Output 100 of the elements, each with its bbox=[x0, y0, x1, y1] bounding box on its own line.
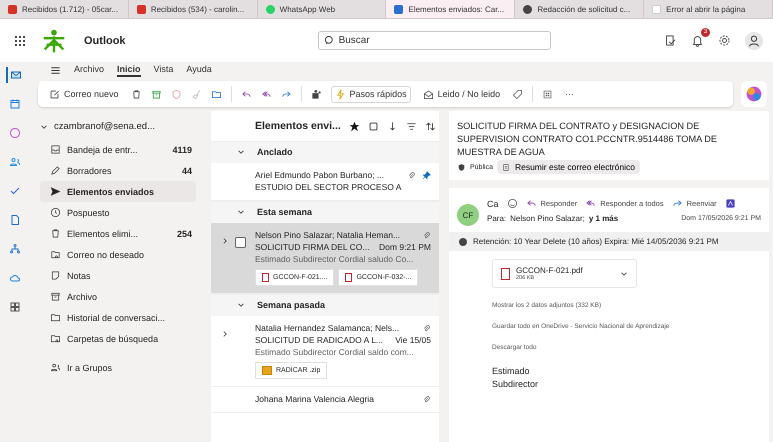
site-favicon-icon bbox=[523, 4, 532, 14]
more-recipients-link[interactable]: y 1 más bbox=[588, 214, 618, 223]
chevron-down-icon[interactable] bbox=[237, 148, 245, 156]
folder-item[interactable]: Elementos elimi... 254 bbox=[40, 223, 196, 244]
chevron-down-icon[interactable] bbox=[40, 122, 48, 130]
envelope-icon bbox=[422, 88, 434, 100]
pin-icon[interactable] bbox=[422, 170, 431, 180]
app-launcher-icon[interactable] bbox=[14, 34, 26, 46]
browser-tab[interactable]: Error al abrir la página bbox=[644, 0, 773, 18]
folder-item[interactable]: Archivo bbox=[40, 286, 196, 307]
group-header[interactable]: Semana pasada bbox=[257, 300, 326, 310]
new-mail-button[interactable]: Correo nuevo bbox=[46, 86, 122, 102]
folder-item[interactable]: Notas bbox=[40, 265, 196, 286]
message-subject: ESTUDIO DEL SECTOR PROCESO A bbox=[255, 181, 402, 193]
send-icon bbox=[50, 186, 61, 197]
browser-tab[interactable]: Recibidos (534) - carolin... bbox=[128, 0, 258, 18]
ribbon-tab[interactable]: Inicio bbox=[117, 64, 141, 77]
app-rail-icon[interactable] bbox=[7, 125, 23, 141]
sort-icon[interactable] bbox=[424, 120, 436, 132]
message-item[interactable]: Johana Marina Valencia Alegria bbox=[211, 387, 439, 413]
pencil-icon bbox=[50, 165, 61, 176]
message-date: Dom 9:21 PM bbox=[379, 241, 431, 253]
shield-icon bbox=[457, 162, 466, 172]
folder-item[interactable]: Bandeja de entr... 4119 bbox=[40, 139, 196, 160]
folder-item[interactable]: Borradores 44 bbox=[40, 160, 196, 181]
reply-icon[interactable] bbox=[240, 88, 252, 100]
email-body-text: Estimado bbox=[492, 365, 531, 378]
move-folder-icon[interactable] bbox=[210, 88, 222, 100]
bell-icon[interactable] bbox=[691, 34, 704, 47]
search-folder-icon bbox=[50, 333, 61, 344]
chevron-down-icon[interactable] bbox=[620, 270, 628, 278]
folder-item[interactable]: Elementos enviados bbox=[40, 181, 196, 202]
browser-tab[interactable]: Redacción de solicitud c... bbox=[515, 0, 644, 18]
archive-icon[interactable] bbox=[150, 88, 162, 100]
emoji-icon[interactable] bbox=[506, 198, 518, 209]
sender-name: Ca bbox=[487, 198, 499, 208]
chevron-right-icon[interactable] bbox=[221, 330, 229, 338]
settings-icon[interactable] bbox=[718, 34, 731, 47]
groups-link[interactable]: Ir a Grupos bbox=[40, 357, 196, 378]
pdf-icon[interactable] bbox=[724, 198, 736, 209]
ribbon-tab[interactable]: Archivo bbox=[74, 64, 104, 77]
site-favicon-icon bbox=[136, 4, 146, 14]
summarize-button[interactable]: Resumir este correo electrónico bbox=[496, 160, 640, 174]
more-button[interactable]: ··· bbox=[562, 87, 578, 101]
recipient-name[interactable]: Nelson Pino Salazar; bbox=[510, 214, 585, 223]
group-header[interactable]: Anclado bbox=[257, 147, 293, 157]
copilot-icon[interactable] bbox=[741, 81, 767, 107]
clock-icon bbox=[50, 207, 61, 218]
message-date: Vie 15/05 bbox=[395, 334, 431, 346]
message-sender: Nelson Pino Salazar; Natalia Heman... bbox=[255, 229, 400, 241]
browser-tab[interactable]: Recibidos (1.712) - 05car... bbox=[0, 0, 129, 18]
read-unread-button[interactable]: Leido / No leido bbox=[420, 86, 504, 102]
archive-icon bbox=[50, 291, 61, 302]
attachment-name: GCCON-F-021.pdf bbox=[516, 266, 583, 275]
folder-item[interactable]: Carpetas de búsqueda bbox=[40, 328, 196, 349]
teams-icon[interactable] bbox=[310, 88, 322, 100]
ribbon-tab[interactable]: Vista bbox=[154, 64, 174, 77]
folder-item[interactable]: Correo no deseado bbox=[40, 244, 196, 265]
notepad-icon[interactable] bbox=[664, 34, 677, 47]
junk-folder-icon bbox=[50, 249, 61, 260]
account-avatar-icon[interactable] bbox=[745, 32, 763, 50]
retention-text: Retención: 10 Year Delete (10 años) Expira: Mié 14/05/2036 9:21 PM bbox=[473, 237, 718, 246]
search-icon bbox=[324, 35, 335, 46]
message-sender: Johana Marina Valencia Alegria bbox=[255, 393, 374, 405]
chevron-right-icon[interactable] bbox=[221, 237, 229, 245]
chevron-down-icon[interactable] bbox=[237, 301, 245, 309]
email-body-text: Subdirector bbox=[492, 378, 540, 391]
trash-icon[interactable] bbox=[130, 88, 142, 100]
star-icon[interactable] bbox=[348, 120, 360, 132]
ribbon-tab[interactable]: Ayuda bbox=[186, 64, 212, 77]
tag-icon[interactable] bbox=[512, 88, 524, 100]
group-header[interactable]: Esta semana bbox=[257, 207, 312, 217]
reply-all-icon[interactable] bbox=[260, 88, 272, 100]
forward-icon[interactable] bbox=[280, 88, 292, 100]
checkbox[interactable] bbox=[235, 237, 246, 248]
site-favicon-icon bbox=[394, 4, 404, 14]
account-name[interactable]: czambranof@sena.ed... bbox=[54, 121, 156, 132]
menu-icon[interactable] bbox=[50, 65, 61, 76]
search-field[interactable]: Buscar bbox=[318, 31, 551, 50]
filter-icon[interactable] bbox=[406, 120, 417, 132]
pdf-file-icon bbox=[345, 273, 352, 282]
message-preview: Estimado Subdirector Cordial saludo Co... bbox=[255, 253, 414, 265]
chevron-down-icon[interactable] bbox=[237, 208, 245, 216]
folder-item[interactable]: Historial de conversaci... bbox=[40, 307, 196, 328]
folder-item[interactable]: Pospuesto bbox=[40, 202, 196, 223]
message-subject: SOLICITUD FIRMA DEL CO... bbox=[255, 241, 370, 253]
select-icon[interactable] bbox=[368, 120, 379, 132]
browser-tab[interactable]: Elementos enviados: Car... bbox=[386, 0, 516, 18]
note-icon bbox=[50, 270, 61, 281]
message-sender: Natalia Hernandez Salamanca; Nels... bbox=[255, 322, 400, 334]
people-icon bbox=[50, 362, 61, 373]
forward-icon bbox=[672, 198, 683, 209]
email-subject: SOLICITUD FIRMA DEL CONTRATO y DESIGNACION DE SUPERVISION CONTRATO CO1.PCCNTR.9514486 TOMA DE MUESTRA DE AGUA bbox=[457, 120, 718, 159]
quick-steps-button[interactable]: Pasos rápidos bbox=[330, 86, 411, 102]
reply-icon bbox=[526, 198, 537, 209]
lightning-icon bbox=[334, 88, 346, 100]
site-favicon-icon bbox=[8, 4, 17, 14]
grid-icon[interactable] bbox=[542, 88, 554, 100]
inbox-icon bbox=[50, 144, 61, 155]
app-rail-icon[interactable] bbox=[6, 67, 24, 83]
